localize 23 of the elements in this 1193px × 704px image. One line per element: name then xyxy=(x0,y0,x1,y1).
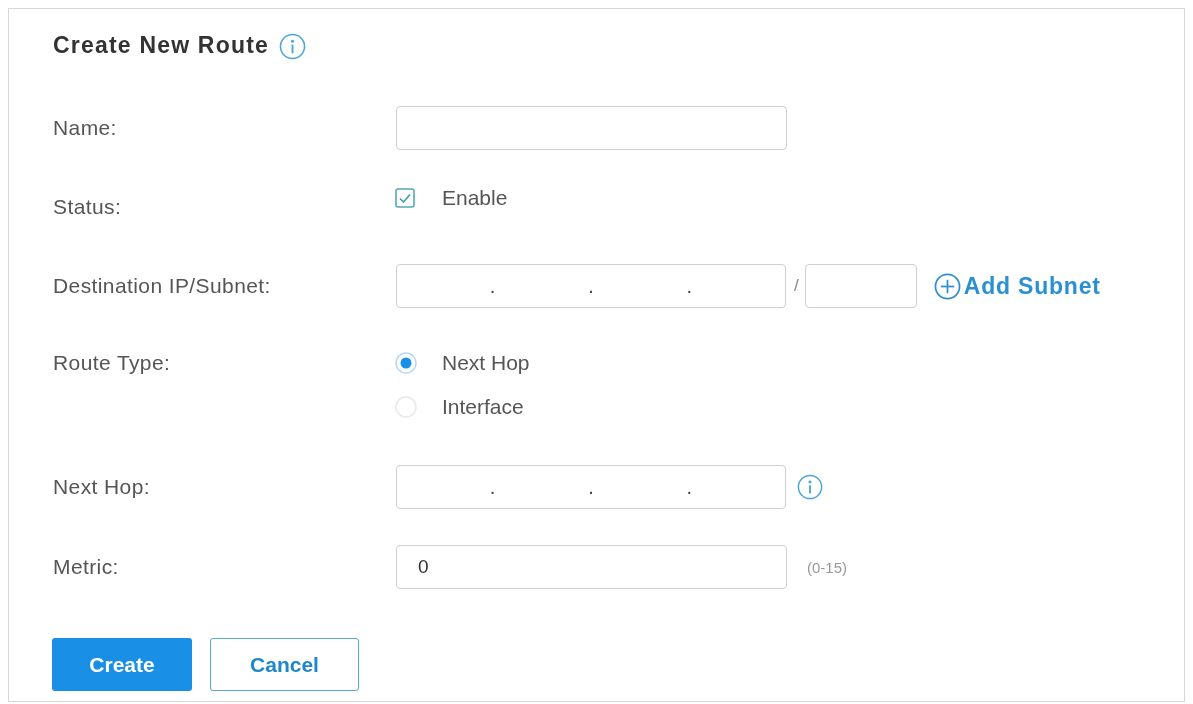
field-label: Status: xyxy=(53,194,123,220)
info-icon[interactable] xyxy=(279,33,307,60)
radio-label: Next Hop xyxy=(442,351,530,375)
field-label: Name: xyxy=(53,115,118,141)
ip-address-field[interactable]: . . . xyxy=(396,465,786,509)
form-title: Create New Route xyxy=(53,31,270,59)
plus-icon xyxy=(933,272,961,300)
radio-button[interactable] xyxy=(395,352,417,374)
text-field[interactable]: 0 xyxy=(396,545,787,589)
info-icon[interactable] xyxy=(797,474,823,500)
field-label: Route Type: xyxy=(53,350,172,376)
field-label: Next Hop: xyxy=(53,474,151,500)
slash-separator: / xyxy=(794,276,799,296)
ip-address-field[interactable]: . . . xyxy=(396,264,786,308)
cancel-button[interactable]: Cancel xyxy=(210,638,359,691)
field-label: Destination IP/Subnet: xyxy=(53,273,272,299)
subnet-mask-field[interactable] xyxy=(804,264,917,308)
checkbox-label: Enable xyxy=(442,186,508,210)
radio-label: Interface xyxy=(442,395,524,419)
text-field[interactable] xyxy=(396,106,787,150)
range-hint: (0-15) xyxy=(807,558,847,576)
checkbox[interactable] xyxy=(395,188,415,208)
field-label: Metric: xyxy=(53,554,120,580)
